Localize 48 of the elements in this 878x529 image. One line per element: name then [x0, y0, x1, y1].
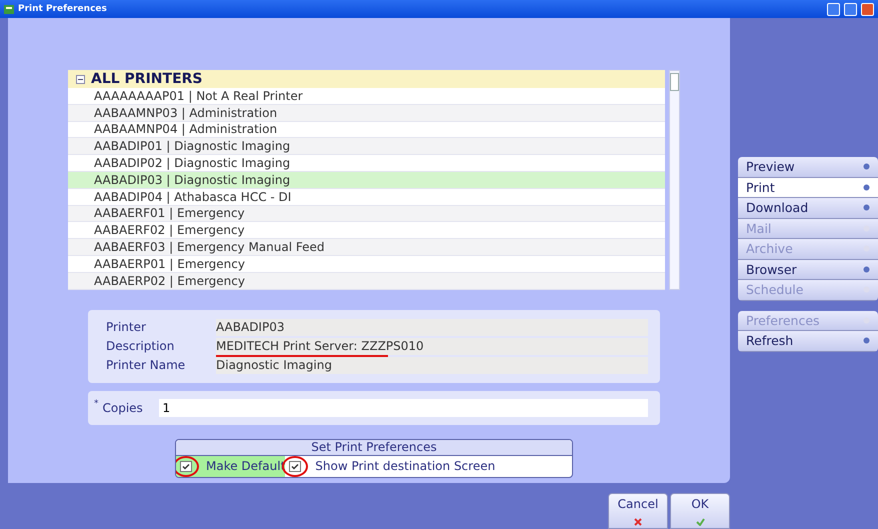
printer-row[interactable]: AABADIP01 | Diagnostic Imaging: [68, 138, 666, 156]
collapse-icon[interactable]: [76, 74, 85, 84]
field-label: Printer: [106, 320, 147, 334]
sidebar-button[interactable]: Browser: [738, 260, 878, 280]
menu-item-icon: [863, 163, 870, 170]
field-value: MEDITECH Print Server: ZZZPS010: [216, 338, 648, 355]
printer-row[interactable]: AABAERF03 | Emergency Manual Feed: [68, 239, 666, 256]
menu-item-icon: [863, 204, 870, 212]
field-label: Description: [106, 339, 176, 354]
printer-row[interactable]: AABAERP01 | Emergency: [68, 256, 666, 273]
close-button[interactable]: [861, 2, 874, 16]
field-value: AABADIP03: [216, 318, 648, 336]
window-title: Print Preferences: [18, 4, 108, 14]
list-header[interactable]: ALL PRINTERS: [68, 70, 666, 88]
checkbox[interactable]: [289, 460, 302, 472]
menu-item-icon: [863, 337, 870, 344]
menu-item-icon: [863, 184, 870, 191]
annotation-circle: [176, 456, 199, 477]
menu-item-icon: [863, 266, 870, 273]
printer-row[interactable]: AAAAAAAAP01 | Not A Real Printer: [68, 88, 666, 105]
printer-row[interactable]: AABAERF01 | Emergency: [68, 206, 666, 222]
field-value: Diagnostic Imaging: [216, 356, 648, 374]
printer-row[interactable]: AABAERP02 | Emergency: [68, 272, 666, 290]
required-mark: *: [94, 398, 98, 409]
printer-row[interactable]: AABADIP03 | Diagnostic Imaging: [68, 172, 666, 189]
checkbox-label: Show Print destination Screen: [314, 459, 496, 474]
cancel-button[interactable]: Cancel: [608, 493, 668, 529]
copies-label: Copies: [102, 400, 144, 415]
checkbox[interactable]: [180, 460, 192, 472]
field-label: Printer Name: [106, 358, 186, 372]
close-icon: [634, 518, 642, 526]
sidebar-button[interactable]: Print: [738, 178, 878, 198]
preferences-title: Set Print Preferences: [176, 440, 572, 456]
sidebar-button[interactable]: Preview: [738, 157, 878, 178]
app-icon: [4, 4, 14, 14]
printer-row[interactable]: AABAERF02 | Emergency: [68, 222, 666, 240]
maximize-button[interactable]: [844, 2, 857, 16]
printer-row[interactable]: AABADIP02 | Diagnostic Imaging: [68, 155, 666, 172]
check-icon: [696, 518, 704, 526]
printer-row[interactable]: AABAAMNP03 | Administration: [68, 104, 666, 122]
printer-row[interactable]: AABAAMNP04 | Administration: [68, 122, 666, 138]
printer-row[interactable]: AABADIP04 | Athabasca HCC - DI: [68, 188, 666, 206]
ok-button[interactable]: OK: [670, 493, 730, 529]
minimize-button[interactable]: [827, 2, 840, 16]
sidebar-button[interactable]: Refresh: [738, 331, 878, 352]
sidebar-button[interactable]: Download: [738, 198, 878, 218]
copies-field[interactable]: 1: [158, 398, 648, 417]
scrollbar[interactable]: [669, 70, 680, 290]
